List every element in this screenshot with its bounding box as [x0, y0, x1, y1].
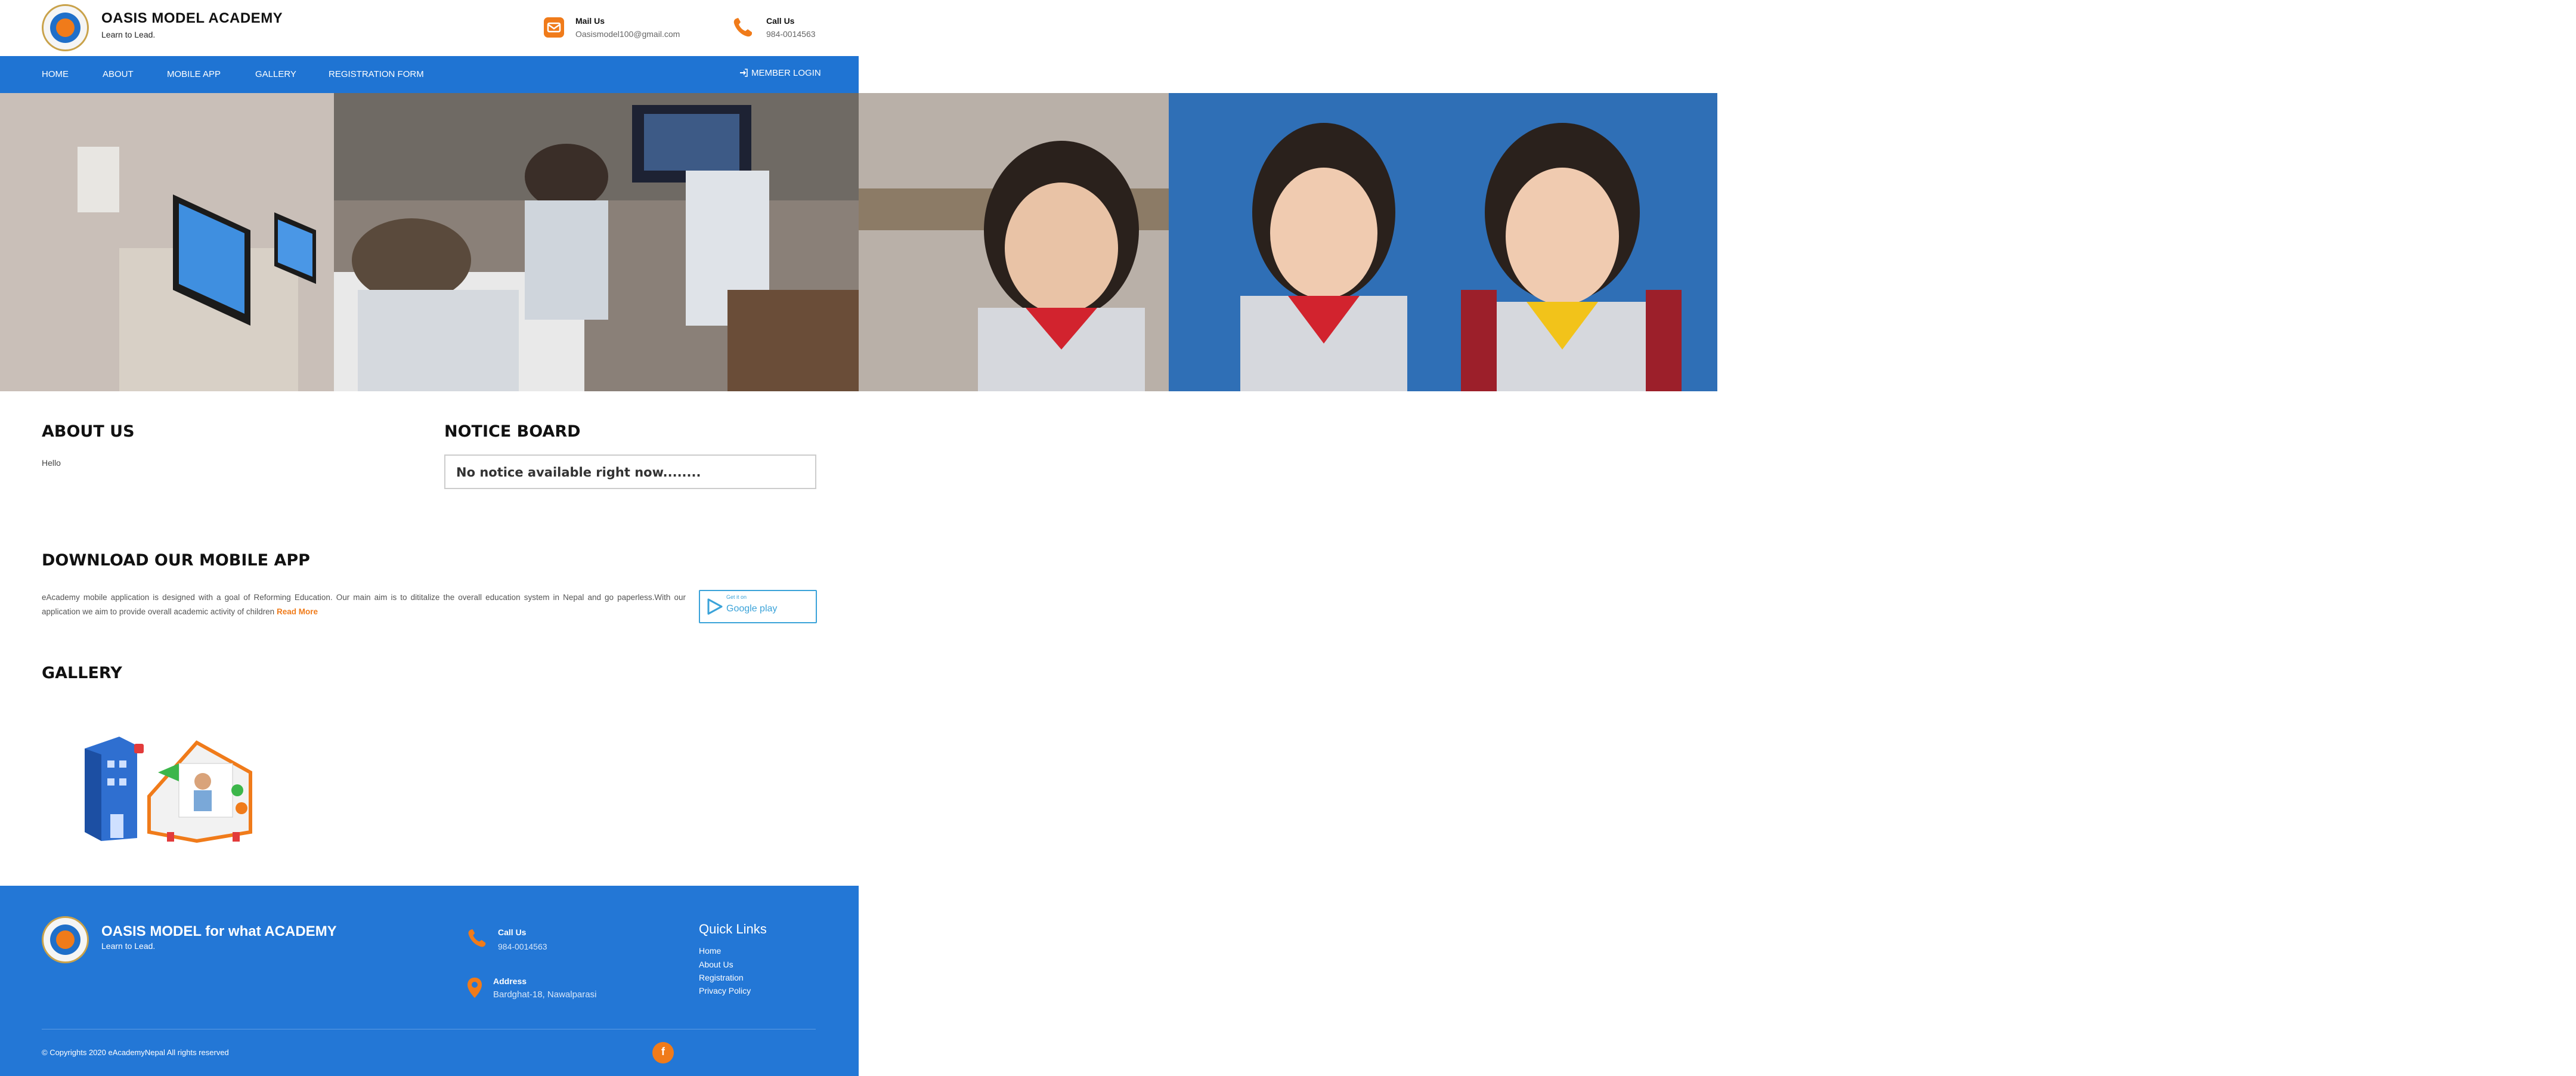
footer-tagline: Learn to Lead. [101, 941, 156, 951]
google-play-icon [707, 598, 723, 615]
main-nav: HOME ABOUT MOBILE APP GALLERY REGISTRATI… [0, 56, 859, 93]
member-login-link[interactable]: MEMBER LOGIN [739, 68, 821, 78]
mobile-app-title: DOWNLOAD OUR MOBILE APP [42, 551, 310, 570]
quick-link-home[interactable]: Home [699, 946, 721, 956]
location-pin-icon [467, 978, 482, 998]
google-play-get-text: Get it on [726, 594, 747, 600]
mobile-app-description: eAcademy mobile application is designed … [42, 590, 686, 619]
site-tagline: Learn to Lead. [101, 30, 156, 39]
academy-logo[interactable] [42, 4, 89, 51]
gallery-thumbnail[interactable] [78, 731, 274, 844]
notice-board: No notice available right now........ [444, 454, 816, 489]
copyright-text: © Copyrights 2020 eAcademyNepal All righ… [42, 1048, 229, 1057]
footer-call-label: Call Us [498, 927, 527, 937]
hero-slide-students [859, 93, 1717, 391]
hero-slide-computer-lab [0, 93, 859, 391]
member-login-label: MEMBER LOGIN [751, 68, 821, 78]
notice-text: No notice available right now........ [456, 465, 701, 480]
footer-address-value: Bardghat-18, Nawalparasi [493, 990, 597, 1000]
quick-link-registration[interactable]: Registration [699, 973, 744, 982]
nav-home[interactable]: HOME [42, 69, 69, 79]
mail-icon [544, 17, 564, 38]
about-title: ABOUT US [42, 422, 135, 441]
nav-about[interactable]: ABOUT [103, 69, 134, 79]
phone-icon [733, 18, 752, 37]
footer-call-value[interactable]: 984-0014563 [498, 942, 547, 951]
call-label: Call Us [766, 16, 795, 26]
phone-icon [468, 929, 486, 947]
nav-registration-form[interactable]: REGISTRATION FORM [329, 69, 424, 79]
google-play-name: Google play [726, 604, 778, 614]
gallery-title: GALLERY [42, 664, 122, 682]
footer-logo [42, 916, 89, 963]
footer-title: OASIS MODEL for what ACADEMY [101, 923, 337, 939]
nav-gallery[interactable]: GALLERY [255, 69, 296, 79]
about-text: Hello [42, 458, 61, 468]
facebook-icon: f [661, 1046, 665, 1058]
login-icon [740, 69, 748, 77]
facebook-button[interactable]: f [652, 1042, 674, 1063]
quick-links-title: Quick Links [699, 922, 767, 936]
quick-link-about-us[interactable]: About Us [699, 960, 733, 969]
notice-board-title: NOTICE BOARD [444, 422, 581, 441]
mobile-app-description-text: eAcademy mobile application is designed … [42, 593, 686, 616]
call-value[interactable]: 984-0014563 [766, 29, 816, 39]
footer-address-label: Address [493, 976, 527, 986]
google-play-button[interactable]: Get it on Google play [699, 590, 817, 623]
quick-link-privacy-policy[interactable]: Privacy Policy [699, 986, 751, 995]
mail-label: Mail Us [575, 16, 605, 26]
read-more-link[interactable]: Read More [277, 607, 318, 616]
site-title: OASIS MODEL ACADEMY [101, 10, 283, 26]
mail-value[interactable]: Oasismodel100@gmail.com [575, 29, 680, 39]
nav-mobile-app[interactable]: MOBILE APP [167, 69, 221, 79]
